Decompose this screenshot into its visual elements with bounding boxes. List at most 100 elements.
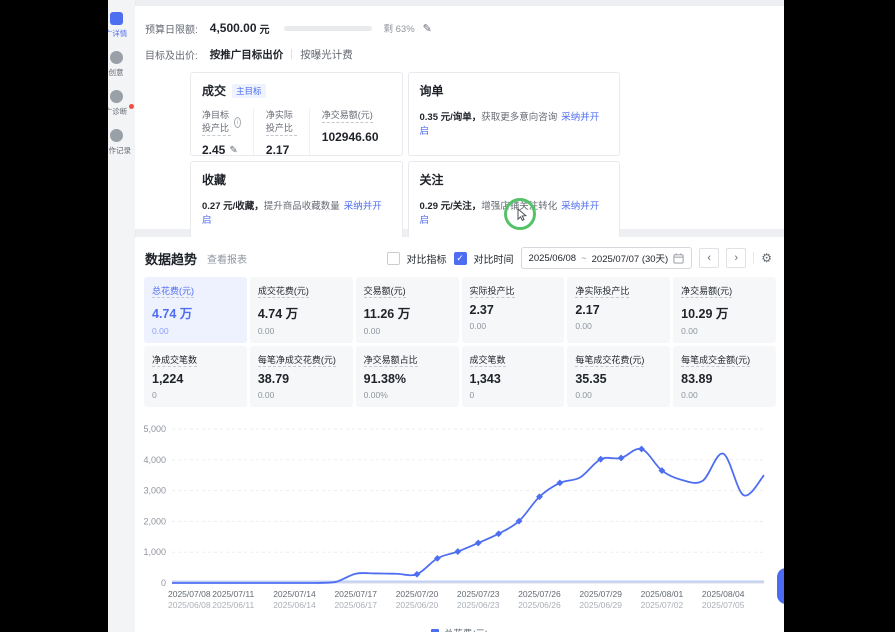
metric-card[interactable]: 实际投产比 2.37 0.00 — [462, 277, 565, 343]
budget-progress-bar — [284, 26, 372, 31]
metric-value: 38.79 — [258, 372, 345, 386]
metric-compare-value: 0.00 — [470, 321, 557, 331]
metric-card[interactable]: 成交花费(元) 4.74 万 0.00 — [250, 277, 353, 343]
svg-text:2025/07/26: 2025/07/26 — [518, 589, 561, 599]
suggestion-price: 0.35 元/询单， — [420, 112, 482, 123]
screenshot-stage: 广详情 创意 广诊断 操作记录 — [0, 0, 895, 632]
compare-metric-checkbox[interactable] — [387, 252, 400, 265]
gear-icon[interactable]: ⚙ — [761, 251, 772, 265]
metric-label: 净实际投产比 — [575, 284, 662, 297]
suggestion-price: 0.27 元/收藏， — [202, 201, 264, 212]
svg-text:2025/06/23: 2025/06/23 — [457, 600, 500, 610]
svg-text:2025/07/29: 2025/07/29 — [579, 589, 622, 599]
compare-time-checkbox[interactable]: ✓ — [454, 252, 467, 265]
tab-bid-by-impression[interactable]: 按曝光计费 — [300, 47, 353, 62]
click-highlight-ring — [504, 198, 536, 230]
svg-text:2025/06/14: 2025/06/14 — [273, 600, 316, 610]
daily-budget-row: 预算日限额: 4,500.00 元 剩 63% ✎ — [145, 20, 784, 36]
suggestion-desc: 获取更多意向咨询 — [481, 112, 557, 123]
tab-divider — [291, 49, 292, 59]
svg-text:2025/07/20: 2025/07/20 — [396, 589, 439, 599]
sidebar-item[interactable]: 广诊断 — [108, 90, 136, 117]
budget-remaining: 剩 63% — [384, 21, 415, 35]
calendar-icon — [673, 253, 684, 264]
goal-metric-value: 102946.60 — [322, 130, 379, 144]
goal-card-title: 询单 — [420, 82, 444, 99]
sidebar-item-label: 广诊断 — [108, 106, 127, 117]
budget-unit: 元 — [260, 21, 270, 36]
chart-legend: 总花费(元) — [135, 626, 784, 632]
svg-text:2,000: 2,000 — [143, 516, 166, 526]
metric-compare-value: 0 — [470, 390, 557, 400]
svg-text:2025/06/29: 2025/06/29 — [579, 600, 622, 610]
edit-roi-icon[interactable]: ✎ — [229, 145, 237, 156]
date-range-picker[interactable]: 2025/06/08 ~ 2025/07/07 (30天) — [521, 247, 693, 269]
metric-label: 每笔净成交花费(元) — [258, 353, 345, 366]
svg-text:2025/07/11: 2025/07/11 — [212, 589, 254, 599]
goal-card-title: 关注 — [420, 171, 444, 188]
sidebar-item-icon — [110, 90, 123, 103]
svg-text:2025/06/20: 2025/06/20 — [396, 600, 439, 610]
metric-compare-value: 0 — [152, 390, 239, 400]
svg-text:2025/07/14: 2025/07/14 — [273, 589, 316, 599]
metric-card[interactable]: 净交易额(元) 10.29 万 0.00 — [673, 277, 776, 343]
budget-value: 4,500.00 — [210, 21, 257, 35]
svg-text:3,000: 3,000 — [143, 486, 166, 496]
date-end: 2025/07/07 (30天) — [592, 251, 669, 265]
metric-card[interactable]: 成交笔数 1,343 0 — [462, 346, 565, 407]
header-divider — [753, 252, 754, 264]
metric-card[interactable]: 交易额(元) 11.26 万 0.00 — [356, 277, 459, 343]
metric-value: 35.35 — [575, 372, 662, 386]
svg-text:2025/07/05: 2025/07/05 — [702, 600, 745, 610]
prev-period-button[interactable]: ‹ — [699, 248, 719, 268]
goal-metric-label: 净交易额(元) — [322, 108, 373, 123]
metric-value: 2.37 — [470, 303, 557, 317]
metric-label: 交易额(元) — [364, 284, 451, 297]
svg-text:2025/07/08: 2025/07/08 — [168, 589, 211, 599]
metric-compare-value: 0.00 — [152, 326, 239, 336]
metric-card[interactable]: 每笔成交金额(元) 83.89 0.00 — [673, 346, 776, 407]
notification-dot — [129, 104, 134, 109]
compare-metric-label: 对比指标 — [407, 251, 447, 266]
metric-card[interactable]: 每笔成交花费(元) 35.35 0.00 — [567, 346, 670, 407]
metric-card[interactable]: 净实际投产比 2.17 0.00 — [567, 277, 670, 343]
sidebar-item-icon — [110, 12, 123, 25]
trend-header: 数据趋势 查看报表 对比指标 ✓ 对比时间 2025/06/08 ~ 2025/… — [135, 237, 784, 269]
metric-compare-value: 0.00 — [681, 326, 768, 336]
budget-goal-panel: 预算日限额: 4,500.00 元 剩 63% ✎ 目标及出价: 按推广目标出价… — [135, 6, 784, 229]
metric-compare-value: 0.00% — [364, 390, 451, 400]
metric-label: 总花费(元) — [152, 284, 239, 297]
goal-card-deal: 成交 主目标 净目标投产比i 2.45✎ 净实际投产比 2.17 — [190, 72, 403, 156]
metric-card[interactable]: 总花费(元) 4.74 万 0.00 — [144, 277, 247, 343]
next-period-button[interactable]: › — [726, 248, 746, 268]
tab-bid-by-goal[interactable]: 按推广目标出价 — [210, 47, 284, 62]
sidebar-item[interactable]: 操作记录 — [108, 129, 136, 156]
metric-compare-value: 0.00 — [575, 321, 662, 331]
info-icon[interactable]: i — [234, 117, 241, 128]
metric-label: 净交易额占比 — [364, 353, 451, 366]
trend-title: 数据趋势 — [145, 249, 197, 268]
metric-card[interactable]: 净交易额占比 91.38% 0.00% — [356, 346, 459, 407]
metric-compare-value: 0.00 — [258, 326, 345, 336]
svg-text:5,000: 5,000 — [143, 424, 166, 434]
sidebar-item[interactable]: 广详情 — [108, 12, 136, 39]
metric-card[interactable]: 净成交笔数 1,224 0 — [144, 346, 247, 407]
trend-chart-wrap: 01,0002,0003,0004,0005,0002025/07/082025… — [142, 419, 784, 626]
goal-bid-label: 目标及出价: — [145, 47, 198, 62]
goal-card-title: 收藏 — [202, 171, 226, 188]
edit-budget-icon[interactable]: ✎ — [423, 22, 432, 35]
data-trend-panel: 数据趋势 查看报表 对比指标 ✓ 对比时间 2025/06/08 ~ 2025/… — [135, 237, 784, 632]
sidebar-item[interactable]: 创意 — [108, 51, 136, 78]
floating-side-tab[interactable] — [777, 568, 784, 604]
sidebar-item-icon — [110, 51, 123, 64]
metric-label: 每笔成交金额(元) — [681, 353, 768, 366]
metric-card[interactable]: 每笔净成交花费(元) 38.79 0.00 — [250, 346, 353, 407]
svg-text:2025/07/17: 2025/07/17 — [334, 589, 377, 599]
goal-metric: 净交易额(元) 102946.60 — [309, 108, 391, 157]
view-report-link[interactable]: 查看报表 — [207, 251, 247, 266]
svg-text:4,000: 4,000 — [143, 455, 166, 465]
metric-value: 4.74 万 — [258, 303, 345, 322]
app-frame: 广详情 创意 广诊断 操作记录 — [108, 0, 784, 632]
sidebar-item-label: 广详情 — [108, 28, 127, 39]
metric-cards-grid: 总花费(元) 4.74 万 0.00 成交花费(元) 4.74 万 0.00 交… — [144, 277, 776, 407]
